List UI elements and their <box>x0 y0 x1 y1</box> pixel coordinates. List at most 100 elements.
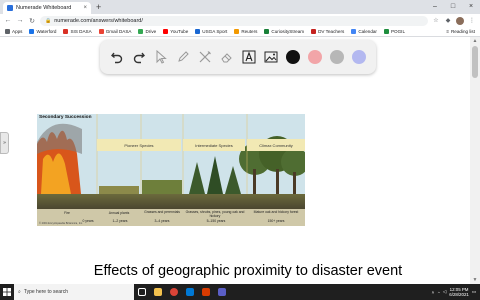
stage-pioneer-species: Pioneer Species <box>97 139 181 151</box>
windows-start-button[interactable] <box>0 284 14 300</box>
task-view-icon[interactable] <box>134 284 150 300</box>
bookmark-item[interactable]: Drive <box>138 29 156 34</box>
bookmark-favicon-icon <box>311 29 317 34</box>
windows-logo-icon <box>3 288 11 296</box>
scroll-up-icon[interactable]: ▲ <box>470 37 480 45</box>
minimize-button[interactable]: – <box>426 0 444 14</box>
bookmark-label: DV Teachers <box>318 29 345 34</box>
bookmark-label: Reuters <box>241 29 258 34</box>
address-bar[interactable]: 🔒 numerade.com/answers/whiteboard/ <box>40 15 428 26</box>
taskbar-search-box[interactable]: ⌕ Type here to search <box>14 284 134 300</box>
bookmark-label: SIS DASA <box>70 29 92 34</box>
bookmark-label: POGIL <box>390 29 406 34</box>
close-window-button[interactable]: × <box>462 0 480 14</box>
color-black-swatch[interactable] <box>284 48 302 66</box>
color-pink-swatch[interactable] <box>306 48 324 66</box>
image-icon[interactable] <box>262 48 280 66</box>
system-tray: ˄ ◔ ◁ 12:05 PM 6/28/2021 ▭ <box>432 287 480 298</box>
tab-numerade-whiteboard[interactable]: Numerade Whiteboard × <box>3 2 91 14</box>
chrome-icon[interactable] <box>166 284 182 300</box>
bookmark-item[interactable]: CuriosityStream <box>264 29 304 34</box>
bookmark-favicon-icon <box>163 29 169 34</box>
extensions-icon[interactable]: ◆ <box>444 17 452 25</box>
taskbar-clock[interactable]: 12:05 PM 6/28/2021 <box>449 287 469 298</box>
bookmarks-bar: Apps Waterford SIS DASA Gmail DASA Drive YouT… <box>0 27 480 37</box>
page-scrollbar[interactable]: ▲ ▼ <box>470 37 480 284</box>
secondary-succession-figure: Secondary Succession Pioneer Species Int… <box>37 114 305 226</box>
mail-icon[interactable] <box>182 284 198 300</box>
bookmark-item[interactable]: YouTube <box>163 29 188 34</box>
bookmark-favicon-icon <box>383 29 389 34</box>
reading-list-icon: ≡ <box>446 29 449 34</box>
eraser-icon[interactable] <box>218 48 236 66</box>
office-icon[interactable] <box>198 284 214 300</box>
notifications-icon[interactable]: ▭ <box>472 289 476 295</box>
label-grasses-perennials: Grasses and perennials <box>144 210 180 214</box>
bookmark-favicon-icon <box>5 29 10 34</box>
undo-icon[interactable] <box>108 48 126 66</box>
bookmark-item[interactable]: Reuters <box>234 29 257 34</box>
bookmark-favicon-icon <box>29 29 35 34</box>
label-annual-plants: Annual plants <box>108 211 130 215</box>
pointer-icon[interactable] <box>152 48 170 66</box>
tools-icon[interactable] <box>196 48 214 66</box>
new-tab-button[interactable]: + <box>96 2 101 12</box>
clock-date: 6/28/2021 <box>449 292 469 297</box>
bookmark-favicon-icon <box>195 29 201 34</box>
browser-toolbar: ← → ↻ 🔒 numerade.com/answers/whiteboard/… <box>0 14 480 27</box>
year-3-4: 3–4 years <box>154 219 170 223</box>
bookmark-item[interactable]: DV Teachers <box>311 29 344 34</box>
year-5-150: 5–150 years <box>206 219 226 223</box>
bookmark-item[interactable]: USGA Sport <box>195 29 227 34</box>
back-button[interactable]: ← <box>4 17 12 24</box>
numerade-favicon-icon <box>7 5 13 11</box>
bookmark-item[interactable]: Gmail DASA <box>98 29 132 34</box>
reload-button[interactable]: ↻ <box>28 17 36 25</box>
window-controls: – □ × <box>426 0 480 14</box>
redo-icon[interactable] <box>130 48 148 66</box>
tray-chevron-icon[interactable]: ˄ <box>432 290 435 295</box>
tab-close-icon[interactable]: × <box>83 5 87 11</box>
reading-list-button[interactable]: ≡ Reading list <box>446 29 475 34</box>
profile-avatar[interactable] <box>456 16 464 25</box>
file-explorer-icon[interactable] <box>150 284 166 300</box>
bookmark-favicon-icon <box>351 29 357 34</box>
figure-ground <box>37 194 305 209</box>
bookmark-label: Gmail DASA <box>105 29 132 34</box>
maximize-button[interactable]: □ <box>444 0 462 14</box>
bookmark-item[interactable]: Apps <box>5 29 22 34</box>
scroll-down-icon[interactable]: ▼ <box>470 276 480 284</box>
bookmark-item[interactable]: Calendar <box>351 29 377 34</box>
stage-intermediate-species: Intermediate Species <box>183 139 245 151</box>
bookmark-item[interactable]: Waterford <box>29 29 56 34</box>
network-icon[interactable]: ◔ <box>437 290 440 295</box>
figure-label-strip: Fire Annual plants Grasses and perennial… <box>37 209 305 226</box>
whiteboard-toolbar <box>100 40 376 74</box>
bookmark-item[interactable]: POGIL <box>383 29 406 34</box>
color-lavender-swatch[interactable] <box>350 48 368 66</box>
bookmark-favicon-icon <box>138 29 144 34</box>
bookmark-item[interactable]: SIS DASA <box>63 29 92 34</box>
figure-title: Secondary Succession <box>39 115 92 120</box>
teams-icon[interactable] <box>214 284 230 300</box>
pen-icon[interactable] <box>174 48 192 66</box>
label-grasses-shrubs-pines: Grasses, shrubs, pines, young oak and hi… <box>185 210 245 218</box>
search-icon: ⌕ <box>18 289 21 295</box>
text-icon[interactable] <box>240 48 258 66</box>
scroll-thumb[interactable] <box>472 46 478 78</box>
caption-text: Effects of geographic proximity to disas… <box>78 259 418 284</box>
menu-icon[interactable]: ⋮ <box>468 17 476 25</box>
side-panel-toggle[interactable]: » <box>0 132 9 154</box>
lock-icon: 🔒 <box>45 17 52 24</box>
bookmark-label: USGA Sport <box>202 29 228 34</box>
forward-button[interactable]: → <box>16 17 24 24</box>
bookmark-label: Apps <box>12 29 23 34</box>
volume-icon[interactable]: ◁ <box>443 289 446 295</box>
bookmark-label: YouTube <box>170 29 189 34</box>
bookmark-label: Waterford <box>36 29 57 34</box>
stage-climax-community: Climax Community <box>247 139 305 151</box>
bookmark-favicon-icon <box>264 29 270 34</box>
color-gray-swatch[interactable] <box>328 48 346 66</box>
bookmark-star-icon[interactable]: ☆ <box>432 17 440 25</box>
year-1-2: 1–2 years <box>112 219 128 223</box>
